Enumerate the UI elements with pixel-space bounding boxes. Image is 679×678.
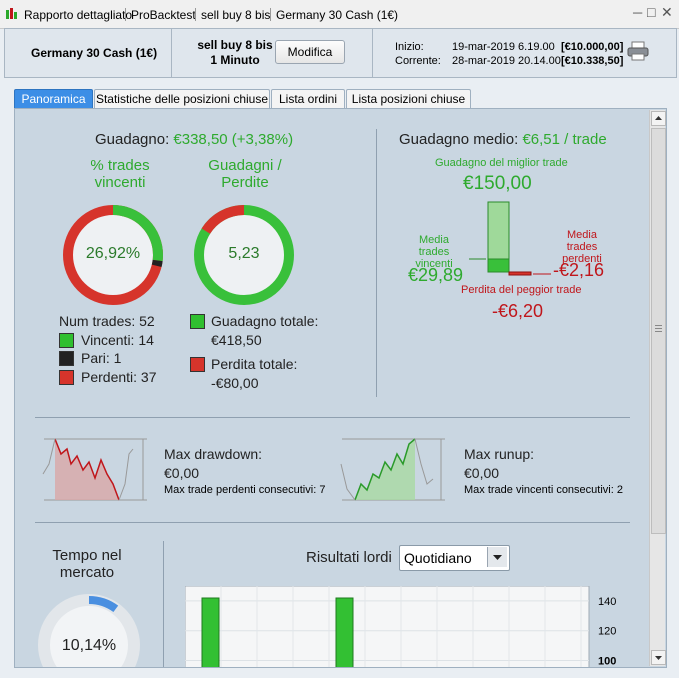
scroll-down-button[interactable]: [651, 650, 666, 665]
winners-count: Vincenti: 14: [81, 332, 154, 348]
vertical-scrollbar[interactable]: [649, 110, 666, 666]
total-gain-swatch: [190, 314, 205, 329]
tab-order-list[interactable]: Lista ordini: [271, 89, 345, 109]
gain-headline: Guadagno: €338,50 (+3,38%): [95, 131, 293, 148]
printer-icon[interactable]: [627, 41, 649, 61]
avg-win-value: €29,89: [408, 265, 464, 285]
period-selected: Quotidiano: [404, 550, 472, 566]
total-loss-label: Perdita totale:: [211, 356, 298, 372]
max-consec-winners: Max trade vincenti consecutivi: 2: [464, 484, 623, 496]
header-timeframe: 1 Minuto: [210, 53, 260, 67]
tab-overview[interactable]: Panoramica: [14, 89, 93, 109]
header-instrument: Germany 30 Cash (1€): [31, 46, 158, 60]
y-tick-label: 120: [598, 626, 616, 638]
minimize-button[interactable]: ─: [633, 5, 642, 20]
current-label: Corrente:: [395, 55, 441, 67]
avg-win-bar: [487, 258, 510, 273]
tab-closed-positions[interactable]: Lista posizioni chiuse: [346, 89, 471, 109]
win-pct-title: % trades vincenti: [90, 157, 150, 191]
avg-gain-value: €6,51 / trade: [522, 131, 607, 148]
chevron-down-icon[interactable]: [487, 547, 507, 567]
current-date: 28-mar-2019 20.14.00: [452, 55, 561, 67]
title-strategy: sell buy 8 bis: [201, 8, 271, 22]
avg-loss-bar: [508, 271, 532, 276]
scroll-up-button[interactable]: [651, 111, 666, 126]
close-button[interactable]: ✕: [661, 4, 673, 21]
start-capital: [€10.000,00]: [561, 41, 624, 53]
avg-gain-headline: Guadagno medio: €6,51 / trade: [399, 131, 607, 148]
runup-sparkline: [340, 438, 445, 501]
max-drawdown-label: Max drawdown:: [164, 446, 263, 462]
modify-button[interactable]: Modifica: [275, 40, 345, 64]
result-bar: [201, 597, 220, 667]
market-time-title: Tempo nel mercato: [52, 547, 122, 581]
losers-swatch: [59, 370, 74, 385]
best-trade-label: Guadagno del miglior trade: [435, 157, 568, 169]
win-pct-value: 26,92%: [85, 245, 141, 262]
ratio-title: Guadagni / Perdite: [208, 157, 282, 191]
title-report: Rapporto dettagliato: [24, 8, 133, 22]
market-time-gauge: [38, 594, 140, 667]
period-select[interactable]: Quotidiano: [399, 545, 510, 571]
worst-trade-value: -€6,20: [492, 301, 544, 321]
max-drawdown-value: €0,00: [164, 465, 200, 481]
chart-app-icon: [6, 8, 17, 19]
report-header: Germany 30 Cash (1€) sell buy 8 bis 1 Mi…: [4, 28, 677, 78]
start-date: 19-mar-2019 6.19.00: [452, 41, 555, 53]
market-time-value: 10,14%: [61, 637, 117, 654]
total-loss-value: -€80,00: [211, 375, 259, 391]
results-bar-chart: 140 120 100: [185, 586, 616, 668]
max-runup-label: Max runup:: [464, 446, 535, 462]
drawdown-sparkline: [42, 438, 147, 501]
y-tick-label: 140: [598, 596, 616, 608]
max-consec-losers: Max trade perdenti consecutivi: 7: [164, 484, 326, 496]
y-tick-label: 100: [598, 656, 616, 668]
even-swatch: [59, 351, 74, 366]
num-trades: Num trades: 52: [59, 313, 155, 329]
total-loss-swatch: [190, 357, 205, 372]
overview-panel: Guadagno: €338,50 (+3,38%) % trades vince…: [14, 108, 667, 668]
tab-closed-stats[interactable]: Statistiche delle posizioni chiuse: [94, 89, 270, 109]
scroll-thumb[interactable]: [651, 128, 666, 534]
section-divider: [376, 129, 377, 397]
winners-swatch: [59, 333, 74, 348]
avg-loss-value: -€2,16: [553, 260, 605, 280]
start-label: Inizio:: [395, 41, 424, 53]
title-instrument: Germany 30 Cash (1€): [276, 8, 399, 22]
header-strategy: sell buy 8 bis: [197, 38, 273, 52]
max-runup-value: €0,00: [464, 465, 500, 481]
total-gain-value: €418,50: [211, 332, 262, 348]
divider-2: [35, 522, 630, 523]
gain-value: €338,50 (+3,38%): [173, 131, 294, 148]
current-capital: [€10.338,50]: [561, 55, 624, 67]
divider-1: [35, 417, 630, 418]
divider-3: [163, 541, 164, 667]
worst-trade-label: Perdita del peggior trade: [461, 284, 582, 296]
losers-count: Perdenti: 37: [81, 369, 157, 385]
ratio-value: 5,23: [228, 245, 260, 262]
avg-gain-label: Guadagno medio:: [399, 131, 519, 148]
title-probacktest: ProBacktest: [131, 8, 196, 22]
maximize-button[interactable]: □: [647, 4, 655, 20]
gain-label: Guadagno:: [95, 131, 170, 148]
even-count: Pari: 1: [81, 350, 122, 366]
result-bar: [335, 597, 354, 667]
total-gain-label: Guadagno totale:: [211, 313, 319, 329]
window-title-bar: Rapporto dettagliato ProBacktest sell bu…: [0, 0, 679, 29]
results-title: Risultati lordi: [306, 549, 392, 566]
best-trade-value: €150,00: [463, 173, 532, 194]
